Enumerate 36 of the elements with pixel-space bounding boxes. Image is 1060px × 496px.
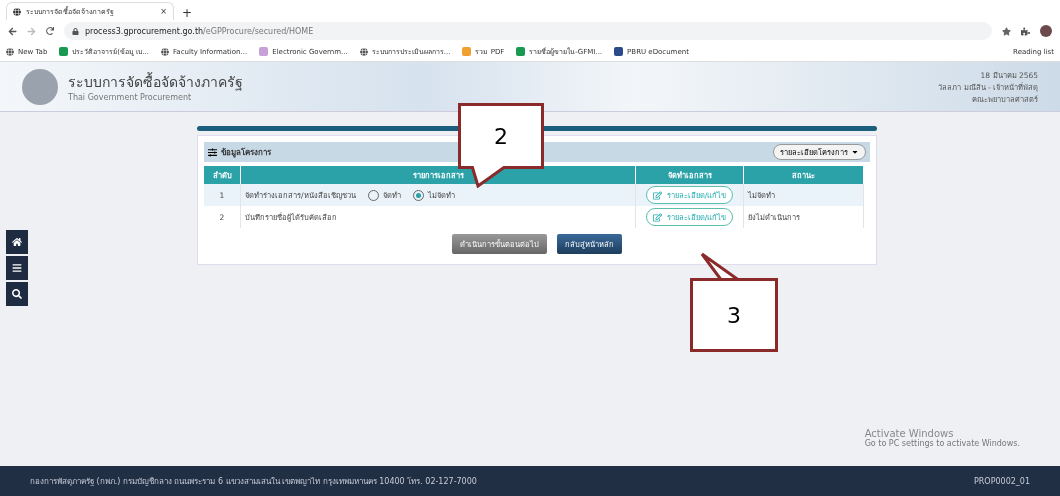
emblem-logo bbox=[22, 68, 58, 105]
address-field[interactable]: process3.gprocurement.go.th/eGPProcure/secured/HOME bbox=[64, 22, 992, 40]
site-title: ระบบการจัดซื้อจัดจ้างภาครัฐ bbox=[68, 71, 244, 93]
home-icon bbox=[12, 237, 22, 247]
globe-icon bbox=[6, 47, 14, 56]
reload-icon[interactable] bbox=[46, 27, 54, 35]
extensions-icon[interactable] bbox=[1021, 26, 1030, 36]
back-icon[interactable] bbox=[8, 26, 17, 36]
activation-title: Activate Windows bbox=[864, 428, 955, 439]
home-button[interactable] bbox=[6, 230, 28, 254]
globe-icon bbox=[13, 7, 21, 16]
footer-address: กองการพัสดุภาครัฐ (กพภ.) กรมบัญชีกลาง ถนนพระราม 6 แขวงสามเสนใน เขตพญาไท กรุงเทพมหานคร 10400 โทร. 02-127-7000 bbox=[30, 475, 477, 488]
panel-title: ข้อมูลโครงการ bbox=[221, 146, 271, 159]
edit-icon bbox=[652, 212, 662, 222]
search-button[interactable] bbox=[6, 282, 28, 306]
document-icon bbox=[614, 47, 624, 56]
menu-icon bbox=[12, 263, 22, 273]
search-icon bbox=[12, 289, 22, 299]
sliders-icon bbox=[208, 147, 217, 157]
new-tab-button[interactable]: + bbox=[182, 6, 193, 20]
edit-icon bbox=[652, 190, 662, 200]
dots-icon bbox=[462, 47, 472, 56]
flower-icon bbox=[259, 47, 269, 56]
sheet-icon bbox=[516, 47, 526, 56]
site-subtitle: Thai Government Procurement bbox=[68, 93, 193, 102]
caret-icon bbox=[851, 148, 859, 156]
avatar-icon[interactable] bbox=[1040, 25, 1052, 37]
activation-text: Go to PC settings to activate Windows. bbox=[864, 439, 1020, 448]
star-icon[interactable] bbox=[1002, 26, 1011, 36]
tab-close-button[interactable]: × bbox=[160, 7, 167, 16]
menu-button[interactable] bbox=[6, 256, 28, 280]
globe-icon bbox=[161, 47, 169, 56]
globe-icon bbox=[359, 47, 368, 56]
page-code: PROP0002_01 bbox=[973, 476, 1030, 486]
lock-icon bbox=[72, 27, 79, 35]
sheet-icon bbox=[59, 47, 69, 56]
